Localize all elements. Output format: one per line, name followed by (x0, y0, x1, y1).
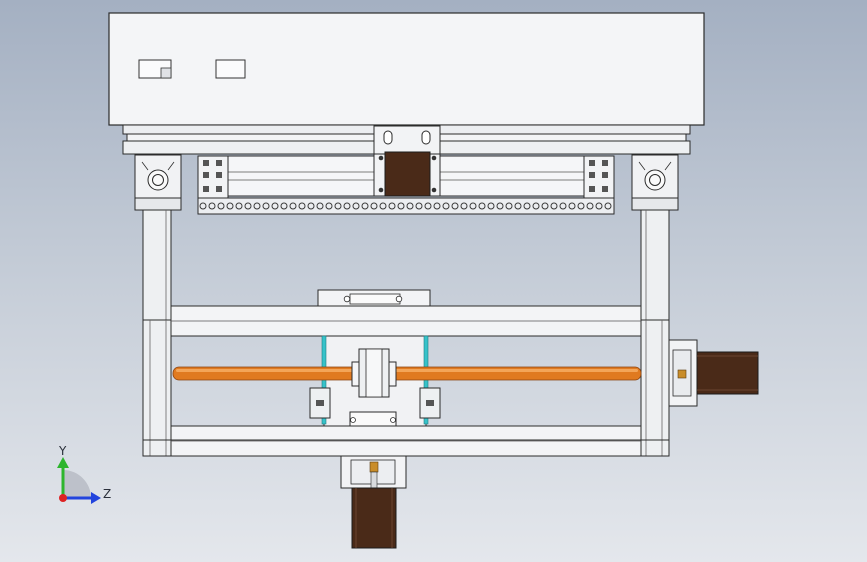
axis-triad: Y Z (57, 444, 111, 504)
left-column (142, 209, 172, 457)
top-housing[interactable] (108, 12, 705, 126)
triad-z-label: Z (103, 487, 111, 501)
triad-origin-icon (59, 494, 67, 502)
lower-cross-beam (142, 425, 670, 457)
triad-y-label: Y (58, 444, 67, 458)
right-bearing-block (631, 154, 679, 211)
cad-viewport[interactable]: Y Z (0, 0, 867, 562)
triad-quadrant-icon (63, 470, 91, 498)
left-bearing-block (134, 154, 182, 211)
y-axis-stepper-motor[interactable] (340, 455, 407, 549)
z-axis-stepper-motor[interactable] (668, 339, 759, 407)
upper-cross-beam (170, 305, 642, 337)
y-axis-top-block (317, 289, 431, 307)
right-column (640, 209, 670, 457)
lead-screw-nut (351, 348, 397, 398)
x-axis-stepper-motor[interactable] (378, 151, 437, 197)
z-axis-lead-screw (172, 366, 642, 381)
cable-drag-chain (197, 197, 615, 215)
housing-cutout-right (215, 59, 246, 79)
